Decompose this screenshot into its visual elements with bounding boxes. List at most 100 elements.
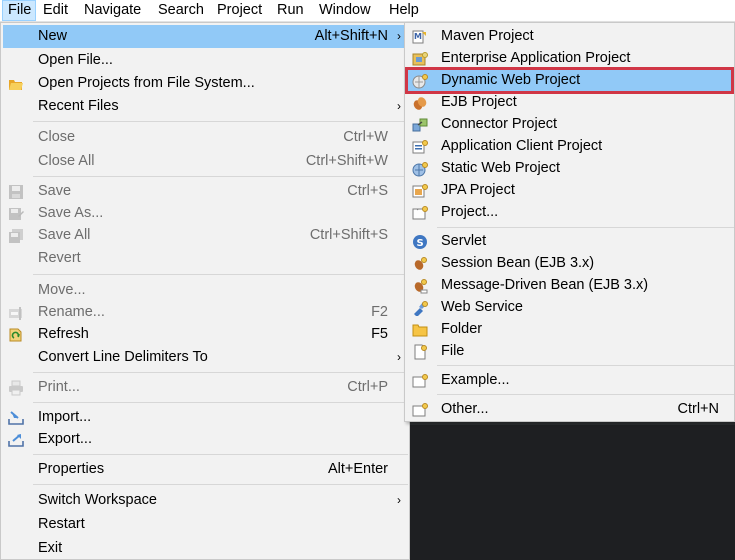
web-service-label: Web Service [441,299,523,315]
export-icon [8,432,24,448]
file-label: File [441,343,465,359]
menu-navigate[interactable]: Navigate [79,0,146,21]
file-revert-item[interactable]: Revert [3,247,407,270]
new-other-item[interactable]: Other... Ctrl+N [407,398,732,421]
new-jpa-project-item[interactable]: JPA Project [407,179,732,202]
menu-separator [33,274,408,275]
editor-border [410,422,735,425]
new-app-client-project-item[interactable]: Application Client Project [407,135,732,158]
exit-label: Exit [38,540,63,556]
save-as-icon [8,206,24,222]
session-bean-icon [412,256,428,272]
jpa-project-label: JPA Project [441,182,515,198]
new-project-label: Project... [441,204,499,220]
dynamic-web-project-label: Dynamic Web Project [441,72,581,88]
file-close-item[interactable]: Close Ctrl+W [3,126,407,149]
refresh-shortcut: F5 [371,326,388,342]
print-label: Print... [38,379,80,395]
menu-separator [437,227,734,228]
enterprise-project-icon [412,51,428,67]
file-save-as-item[interactable]: Save As... [3,202,407,225]
file-save-item[interactable]: Save Ctrl+S [3,180,407,203]
new-static-web-project-item[interactable]: Static Web Project [407,157,732,180]
new-file-item[interactable]: File [407,340,732,363]
ejb-project-label: EJB Project [441,94,517,110]
file-open-projects-item[interactable]: Open Projects from File System... [3,72,407,95]
file-print-item[interactable]: Print... Ctrl+P [3,376,407,399]
menubar: File Edit Navigate Search Project Run Wi… [0,0,735,22]
maven-project-icon: M [412,29,428,45]
move-label: Move... [38,282,86,298]
connector-project-label: Connector Project [441,116,558,132]
menu-window[interactable]: Window [314,0,376,21]
rename-label: Rename... [38,304,105,320]
save-all-icon [8,228,24,244]
file-rename-item[interactable]: Rename... F2 [3,301,407,324]
file-new-item[interactable]: New Alt+Shift+N › [3,25,407,48]
import-icon [8,410,24,426]
file-convert-item[interactable]: Convert Line Delimiters To › [3,346,407,369]
rename-icon [8,305,24,321]
servlet-icon: S [412,234,428,250]
new-example-item[interactable]: Example... [407,369,732,392]
menu-project[interactable]: Project [212,0,267,21]
menu-help[interactable]: Help [384,0,424,21]
menu-file[interactable]: File [2,0,36,21]
other-label: Other... [441,401,489,417]
file-recent-files-item[interactable]: Recent Files › [3,95,407,118]
close-shortcut: Ctrl+W [343,129,388,145]
ejb-project-icon [412,95,428,111]
file-menu: New Alt+Shift+N › Open File... Open Proj… [0,22,410,560]
save-shortcut: Ctrl+S [347,183,388,199]
recent-files-label: Recent Files [38,98,119,114]
new-dynamic-web-project-item[interactable]: Dynamic Web Project [405,67,734,94]
new-project-item[interactable]: Project... [407,201,732,224]
save-all-label: Save All [38,227,91,243]
close-all-shortcut: Ctrl+Shift+W [305,153,388,169]
file-close-all-item[interactable]: Close All Ctrl+Shift+W [3,150,407,173]
submenu-arrow-icon: › [397,99,401,113]
file-open-file-item[interactable]: Open File... [3,49,407,72]
file-refresh-item[interactable]: Refresh F5 [3,323,407,346]
revert-label: Revert [38,250,81,266]
menu-search[interactable]: Search [153,0,209,21]
menu-separator [33,402,408,403]
file-import-item[interactable]: Import... [3,406,407,429]
refresh-icon [8,327,24,343]
new-servlet-item[interactable]: S Servlet [407,230,732,253]
refresh-label: Refresh [38,326,89,342]
file-restart-item[interactable]: Restart [3,513,407,536]
new-connector-project-item[interactable]: Connector Project [407,113,732,136]
new-ejb-project-item[interactable]: EJB Project [407,91,732,114]
new-message-driven-bean-item[interactable]: Message-Driven Bean (EJB 3.x) [407,274,732,297]
folder-label: Folder [441,321,483,337]
file-exit-item[interactable]: Exit [3,537,407,560]
print-icon [8,380,24,396]
export-label: Export... [38,431,92,447]
file-properties-item[interactable]: Properties Alt+Enter [3,458,407,481]
new-enterprise-project-item[interactable]: Enterprise Application Project [407,47,732,70]
menu-separator [437,365,734,366]
new-folder-item[interactable]: Folder [407,318,732,341]
properties-label: Properties [38,461,105,477]
other-wizard-icon [412,402,428,418]
file-switch-workspace-item[interactable]: Switch Workspace › [3,489,407,512]
submenu-arrow-icon: › [397,350,401,364]
file-icon [412,344,428,360]
menu-separator [33,484,408,485]
new-session-bean-item[interactable]: Session Bean (EJB 3.x) [407,252,732,275]
menu-edit[interactable]: Edit [38,0,73,21]
submenu-arrow-icon: › [397,29,401,43]
file-move-item[interactable]: Move... [3,279,407,302]
new-submenu: M Maven Project Enterprise Application P… [404,22,735,422]
file-export-item[interactable]: Export... [3,428,407,451]
message-driven-bean-icon [412,278,428,294]
save-icon [8,184,24,200]
new-web-service-item[interactable]: Web Service [407,296,732,319]
file-save-all-item[interactable]: Save All Ctrl+Shift+S [3,224,407,247]
static-web-project-icon [412,161,428,177]
menu-separator [33,121,408,122]
menu-run[interactable]: Run [272,0,309,21]
print-shortcut: Ctrl+P [347,379,388,395]
new-maven-project-item[interactable]: M Maven Project [407,25,732,48]
